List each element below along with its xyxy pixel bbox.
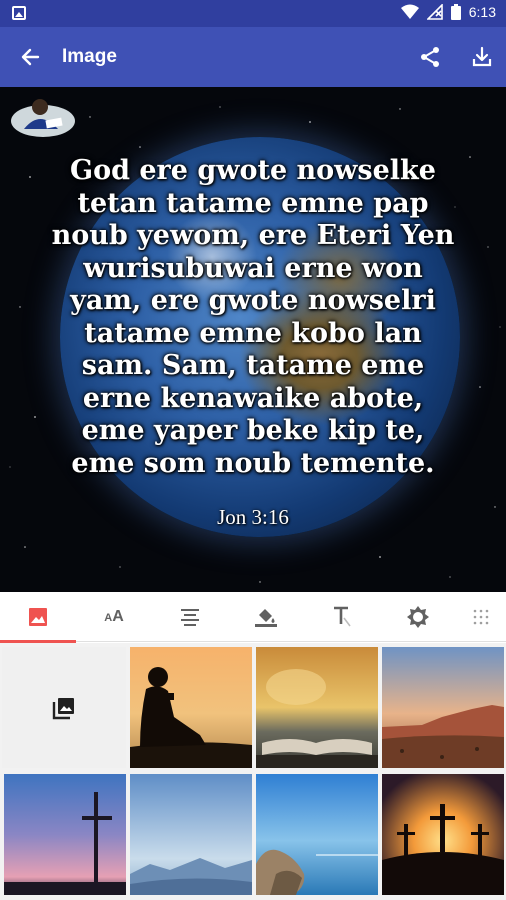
rocky-sea-image — [256, 774, 378, 895]
image-icon — [29, 608, 47, 626]
background-tile-misty-mountains[interactable] — [130, 774, 252, 895]
grid-dots-icon — [473, 609, 489, 625]
desert-dusk-image — [382, 647, 504, 768]
status-icons: 6:13 — [400, 4, 496, 20]
quote-text: God ere gwote nowselke tetan tatame emne… — [51, 155, 455, 479]
clock: 6:13 — [468, 4, 496, 20]
download-button[interactable] — [466, 41, 498, 73]
avatar — [11, 99, 75, 137]
paint-bucket-icon — [255, 609, 277, 627]
tab-font-size[interactable]: AA — [76, 592, 152, 642]
text-format-icon — [334, 606, 351, 627]
back-button[interactable] — [14, 41, 46, 73]
brightness-icon — [407, 606, 429, 628]
three-crosses-image — [382, 774, 504, 895]
battery-icon — [450, 4, 461, 20]
tab-brightness[interactable] — [380, 592, 456, 642]
background-tile-desert-mountains[interactable] — [382, 647, 504, 768]
align-icon — [181, 609, 199, 626]
background-tile-open-book[interactable] — [256, 647, 378, 768]
arrow-back-icon — [21, 48, 40, 66]
cross-twilight-image — [4, 774, 126, 895]
tab-background-image[interactable] — [0, 592, 76, 643]
image-notification-icon — [12, 6, 26, 20]
tab-color[interactable] — [228, 592, 304, 642]
background-tile-three-crosses[interactable] — [382, 774, 504, 895]
background-picker-grid — [0, 643, 506, 900]
photo-library-icon — [52, 697, 74, 719]
status-bar: 6:13 — [0, 0, 506, 27]
wifi-icon — [400, 4, 419, 19]
background-tile-cross-twilight[interactable] — [4, 774, 126, 895]
tab-alignment[interactable] — [152, 592, 228, 642]
sunset-silhouette-image — [130, 647, 252, 768]
background-tile-boy-reading[interactable] — [130, 647, 252, 768]
tab-texture[interactable] — [456, 592, 506, 642]
no-signal-icon — [426, 4, 443, 20]
misty-mountains-image — [130, 774, 252, 895]
quote-image-canvas: God ere gwote nowselke tetan tatame emne… — [0, 87, 506, 592]
page-title: Image — [62, 46, 117, 67]
open-book-sunset-image — [256, 647, 378, 768]
verse-reference: Jon 3:16 — [217, 505, 289, 529]
editor-toolbar: AA — [0, 592, 506, 643]
tab-font-style[interactable] — [304, 592, 380, 642]
background-tile-rocky-sea[interactable] — [256, 774, 378, 895]
share-button[interactable] — [414, 41, 446, 73]
download-icon — [472, 46, 492, 67]
app-bar: Image — [0, 27, 506, 87]
text-size-icon: AA — [104, 608, 124, 625]
choose-photo-button[interactable] — [2, 647, 126, 768]
share-icon — [421, 47, 439, 67]
